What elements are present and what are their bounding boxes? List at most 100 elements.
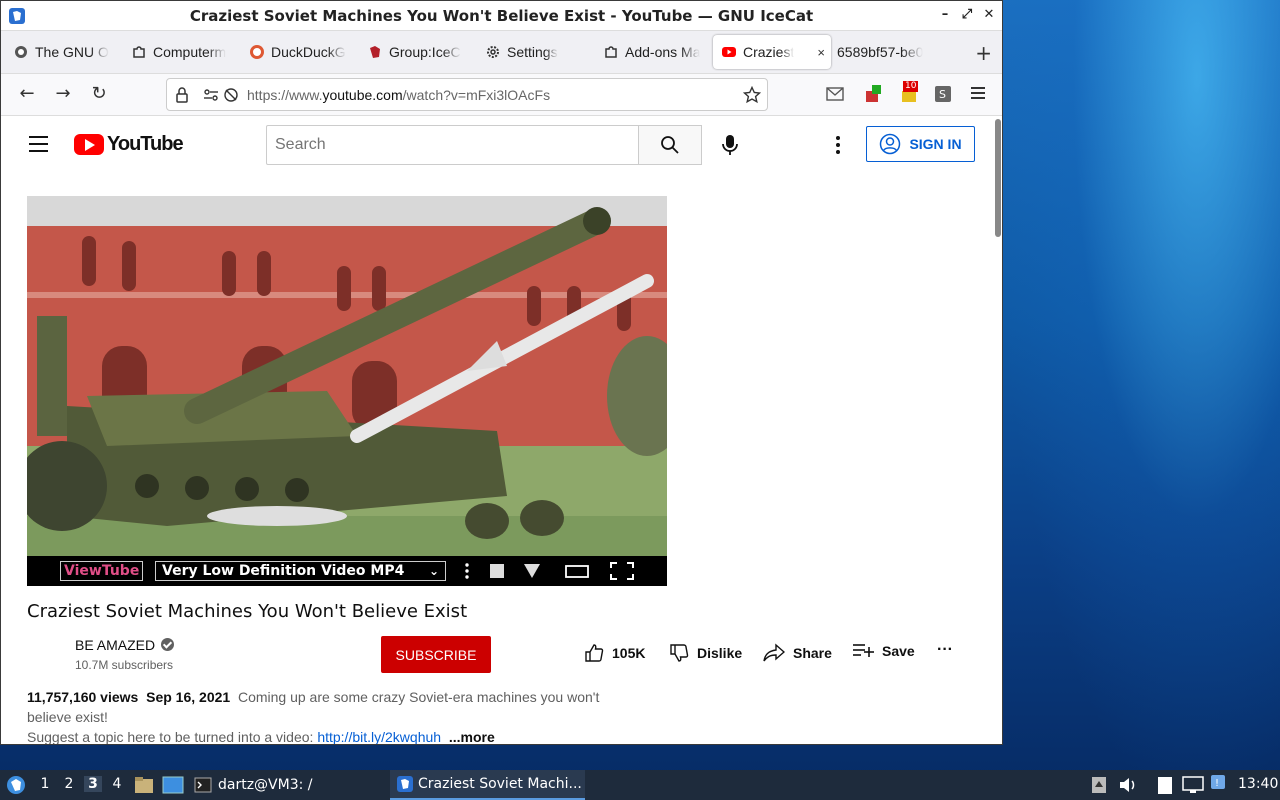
player-more-icon[interactable] — [464, 562, 470, 580]
tray-panel-icon[interactable] — [1091, 776, 1107, 794]
mail-extension-icon[interactable] — [826, 85, 844, 103]
channel-name-row[interactable]: BE AMAZED — [75, 637, 175, 653]
duckduckgo-icon — [250, 45, 264, 59]
dislike-button[interactable]: Dislike — [669, 643, 742, 663]
file-manager-icon[interactable] — [134, 776, 154, 794]
notification-icon[interactable]: ! — [1210, 774, 1226, 790]
tab-settings[interactable]: Settings — [477, 35, 595, 69]
tab-group-icecat[interactable]: Group:IceC — [359, 35, 477, 69]
tab-gnu[interactable]: The GNU O — [5, 35, 123, 69]
search-button[interactable] — [638, 125, 702, 165]
network-icon[interactable] — [1182, 776, 1204, 794]
volume-icon[interactable] — [1118, 776, 1138, 794]
youtube-play-icon — [74, 134, 104, 155]
maximize-button[interactable]: ⤢ — [960, 7, 974, 23]
more-actions-button[interactable]: ··· — [937, 641, 953, 659]
tab-label: The GNU O — [35, 44, 109, 60]
url-text[interactable]: https://www.youtube.com/watch?v=mFxi3lOA… — [247, 87, 550, 103]
close-tab-icon[interactable]: × — [817, 45, 825, 60]
channel-name[interactable]: BE AMAZED — [75, 637, 155, 653]
video-title: Craziest Soviet Machines You Won't Belie… — [27, 601, 468, 622]
workspace-2[interactable]: 2 — [60, 776, 78, 792]
view-count: 11,757,160 views — [27, 689, 139, 705]
gear-icon — [487, 46, 499, 58]
tab-addons[interactable]: Add-ons Ma — [595, 35, 713, 69]
widescreen-icon[interactable] — [565, 565, 589, 578]
workspace-4[interactable]: 4 — [108, 776, 126, 792]
tab-duckduckgo[interactable]: DuckDuckG — [241, 35, 359, 69]
tab-label: DuckDuckG — [271, 44, 346, 60]
youtube-header: YouTube SIGN IN — [1, 117, 1002, 173]
url-bar[interactable]: https://www.youtube.com/watch?v=mFxi3lOA… — [166, 78, 768, 111]
librejs-extension-icon[interactable] — [864, 85, 882, 103]
close-window-button[interactable]: ✕ — [982, 7, 996, 23]
save-label: Save — [882, 643, 915, 659]
description-suggest: Suggest a topic here to be turned into a… — [27, 729, 314, 745]
like-count: 105K — [612, 645, 646, 661]
workspace-3[interactable]: 3 — [84, 776, 102, 792]
navigation-bar: ← → ↻ https://www.youtube.com/watch?v=mF… — [1, 74, 1002, 116]
sign-in-label: SIGN IN — [909, 136, 962, 152]
account-icon — [880, 133, 901, 155]
extension-badge-icon[interactable]: 10 — [900, 81, 919, 103]
verified-icon — [161, 638, 175, 651]
channel-avatar[interactable] — [27, 634, 67, 674]
chevron-down-icon: ⌄ — [428, 564, 439, 578]
new-tab-button[interactable]: + — [975, 41, 992, 65]
taskbar-browser-window[interactable]: Craziest Soviet Machi... — [390, 770, 585, 800]
share-button[interactable]: Share — [763, 643, 832, 663]
subscriber-count: 10.7M subscribers — [75, 658, 174, 672]
share-label: Share — [793, 645, 832, 661]
microphone-icon[interactable] — [719, 133, 741, 157]
search-icon — [661, 136, 679, 154]
video-description[interactable]: 11,757,160 views Sep 16, 2021 Coming up … — [27, 687, 647, 745]
permissions-icon[interactable] — [203, 88, 219, 102]
taskbar-terminal[interactable]: dartz@VM3: / — [194, 770, 313, 800]
back-button[interactable]: ← — [17, 84, 37, 104]
menu-hamburger-icon[interactable] — [971, 87, 985, 105]
tab-computerm[interactable]: Computerm — [123, 35, 241, 69]
quality-select-value: Very Low Definition Video MP4 — [162, 563, 405, 579]
extension-s-icon[interactable]: S — [934, 85, 952, 103]
forward-button[interactable]: → — [53, 84, 73, 104]
playlist-add-icon — [853, 644, 874, 657]
subscribe-button[interactable]: SUBSCRIBE — [381, 636, 491, 673]
workspace-1[interactable]: 1 — [36, 776, 54, 792]
puzzle-icon — [605, 46, 617, 58]
thumbs-down-icon — [670, 644, 689, 662]
tab-label: Settings — [507, 44, 558, 60]
svg-text:!: ! — [1215, 778, 1219, 789]
save-button[interactable]: Save — [852, 643, 915, 659]
bookmark-star-icon[interactable] — [743, 86, 761, 104]
download-icon[interactable] — [524, 564, 540, 578]
guide-menu-icon[interactable] — [29, 136, 48, 157]
search-input[interactable] — [267, 126, 638, 164]
fullscreen-icon[interactable] — [610, 562, 634, 580]
video-player[interactable]: ViewTube Very Low Definition Video MP4 ⌄ — [27, 196, 667, 586]
clipboard-icon[interactable] — [1156, 775, 1174, 795]
description-link[interactable]: http://bit.ly/2kwqhuh — [317, 729, 441, 744]
sign-in-button[interactable]: SIGN IN — [866, 126, 975, 162]
tab-label: Computerm — [153, 44, 227, 60]
youtube-logo[interactable]: YouTube — [74, 133, 184, 156]
reload-button[interactable]: ↻ — [89, 84, 109, 104]
more-options-icon[interactable] — [835, 135, 841, 155]
search-box[interactable] — [266, 125, 639, 165]
like-button[interactable]: 105K — [584, 643, 645, 663]
show-more-button[interactable]: ...more — [449, 729, 495, 744]
browser-window: Craziest Soviet Machines You Won't Belie… — [0, 0, 1003, 745]
page-scrollbar[interactable] — [995, 119, 1001, 237]
tab-uuid[interactable]: 6589bf57-be0 — [831, 35, 949, 69]
desktop-icon[interactable] — [162, 776, 184, 794]
tab-youtube-active[interactable]: Craziest × — [713, 35, 831, 69]
tracking-protection-icon[interactable] — [223, 87, 239, 103]
stop-icon[interactable] — [490, 564, 504, 578]
video-frame-image — [27, 196, 667, 556]
viewtube-label[interactable]: ViewTube — [60, 561, 144, 581]
quality-select[interactable]: Very Low Definition Video MP4 ⌄ — [155, 561, 446, 581]
extension-badge-count: 10 — [903, 81, 919, 92]
window-titlebar[interactable]: Craziest Soviet Machines You Won't Belie… — [1, 1, 1002, 31]
minimize-button[interactable]: – — [938, 7, 952, 23]
start-menu-icon[interactable] — [6, 775, 26, 795]
icecat-icon — [9, 8, 25, 24]
